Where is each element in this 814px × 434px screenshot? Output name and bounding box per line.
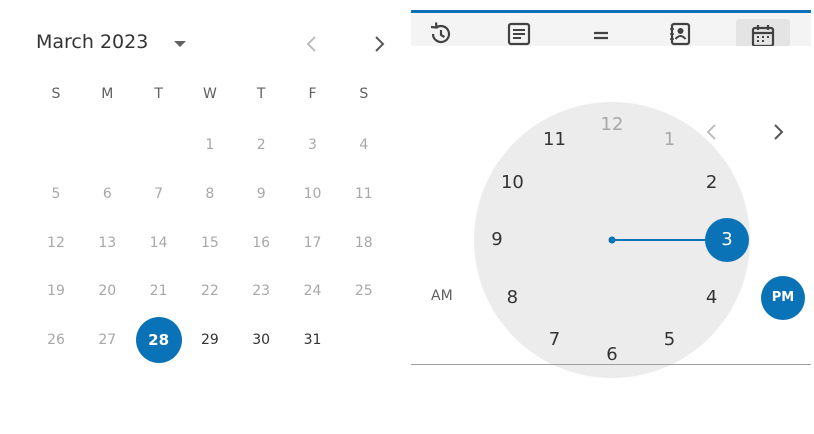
- tab-menu[interactable]: [587, 21, 615, 46]
- day-cell[interactable]: 22: [187, 268, 233, 314]
- day-cell[interactable]: 14: [136, 220, 182, 266]
- tab-notes[interactable]: [505, 21, 533, 46]
- pm-toggle[interactable]: PM: [761, 276, 805, 320]
- hour-option[interactable]: 7: [540, 328, 570, 352]
- day-cell[interactable]: 1: [187, 122, 233, 168]
- hour-option[interactable]: 12: [597, 113, 627, 137]
- day-grid: 1 2 3 4 5 6 7 8 9 10 11 12 13 14 15 16 17 18 19 20 21 22 23 24 2…: [31, 124, 389, 374]
- hour-option[interactable]: 5: [655, 328, 685, 352]
- weekday-label: M: [101, 86, 114, 102]
- tab-history[interactable]: [427, 21, 455, 46]
- day-cell[interactable]: 21: [136, 268, 182, 314]
- day-cell[interactable]: 19: [33, 268, 79, 314]
- hour-option[interactable]: 8: [497, 286, 527, 310]
- day-cell[interactable]: 16: [238, 220, 284, 266]
- contact-book-icon: [670, 22, 691, 46]
- history-icon: [430, 22, 451, 44]
- clock-area: AM 12 1 2 3 4 5 6 7 8 9 10 11 PM: [411, 46, 811, 378]
- weekday-label: W: [202, 86, 217, 102]
- day-cell[interactable]: 11: [341, 171, 387, 217]
- day-cell[interactable]: 12: [33, 220, 79, 266]
- selected-hour[interactable]: 3: [705, 218, 749, 262]
- day-cell[interactable]: 2: [238, 122, 284, 168]
- day-cell[interactable]: 20: [84, 268, 130, 314]
- caret-down-icon[interactable]: [172, 39, 188, 49]
- day-cell[interactable]: 24: [290, 268, 336, 314]
- month-year-label[interactable]: March 2023: [36, 31, 148, 53]
- selected-day[interactable]: 28: [135, 317, 182, 364]
- menu-icon: [594, 31, 608, 40]
- weekday-label: T: [154, 86, 163, 102]
- weekday-label: S: [51, 86, 61, 102]
- chevron-right-icon[interactable]: [369, 34, 389, 54]
- day-cell[interactable]: 31: [290, 317, 336, 363]
- hour-option[interactable]: 10: [497, 171, 527, 195]
- day-cell[interactable]: 6: [84, 171, 130, 217]
- weekday-label: S: [359, 86, 369, 102]
- weekday-header: SMTWTFS: [31, 86, 389, 110]
- day-cell[interactable]: 10: [290, 171, 336, 217]
- day-cell[interactable]: 5: [33, 171, 79, 217]
- day-cell[interactable]: 17: [290, 220, 336, 266]
- hour-option[interactable]: 2: [697, 171, 727, 195]
- chevron-right-icon[interactable]: [768, 122, 788, 142]
- weekday-label: F: [308, 86, 317, 102]
- day-cell[interactable]: 9: [238, 171, 284, 217]
- chevron-left-icon[interactable]: [302, 34, 322, 54]
- day-cell[interactable]: 13: [84, 220, 130, 266]
- tab-calendar[interactable]: [736, 19, 790, 46]
- day-cell[interactable]: 26: [33, 317, 79, 363]
- calendar-icon: [751, 25, 775, 46]
- weekday-label: T: [256, 86, 266, 102]
- day-cell[interactable]: 30: [238, 317, 284, 363]
- hour-option[interactable]: 4: [697, 286, 727, 310]
- day-cell[interactable]: 8: [187, 171, 233, 217]
- time-picker-panel: AM 12 1 2 3 4 5 6 7 8 9 10 11 PM: [411, 10, 811, 378]
- tab-contacts[interactable]: [666, 21, 694, 46]
- hour-option[interactable]: 9: [482, 228, 512, 252]
- date-calendar: March 2023 SMTWTFS 1 2 3 4 5 6 7 8 9 10 11 12 13 14 15…: [0, 0, 400, 400]
- day-cell[interactable]: 29: [187, 317, 233, 363]
- day-cell[interactable]: 18: [341, 220, 387, 266]
- hour-option[interactable]: 11: [540, 128, 570, 152]
- panel-divider: [411, 364, 811, 365]
- mode-tab-bar: [411, 13, 811, 46]
- day-cell[interactable]: 4: [341, 122, 387, 168]
- day-cell[interactable]: 25: [341, 268, 387, 314]
- day-cell[interactable]: 23: [238, 268, 284, 314]
- day-cell[interactable]: 27: [84, 317, 130, 363]
- clock-dial[interactable]: 12 1 2 3 4 5 6 7 8 9 10 11: [474, 102, 750, 378]
- day-cell[interactable]: 15: [187, 220, 233, 266]
- day-cell[interactable]: 7: [136, 171, 182, 217]
- notes-icon: [507, 22, 531, 46]
- hour-option[interactable]: 1: [655, 128, 685, 152]
- day-cell[interactable]: 3: [290, 122, 336, 168]
- am-toggle[interactable]: AM: [431, 288, 453, 304]
